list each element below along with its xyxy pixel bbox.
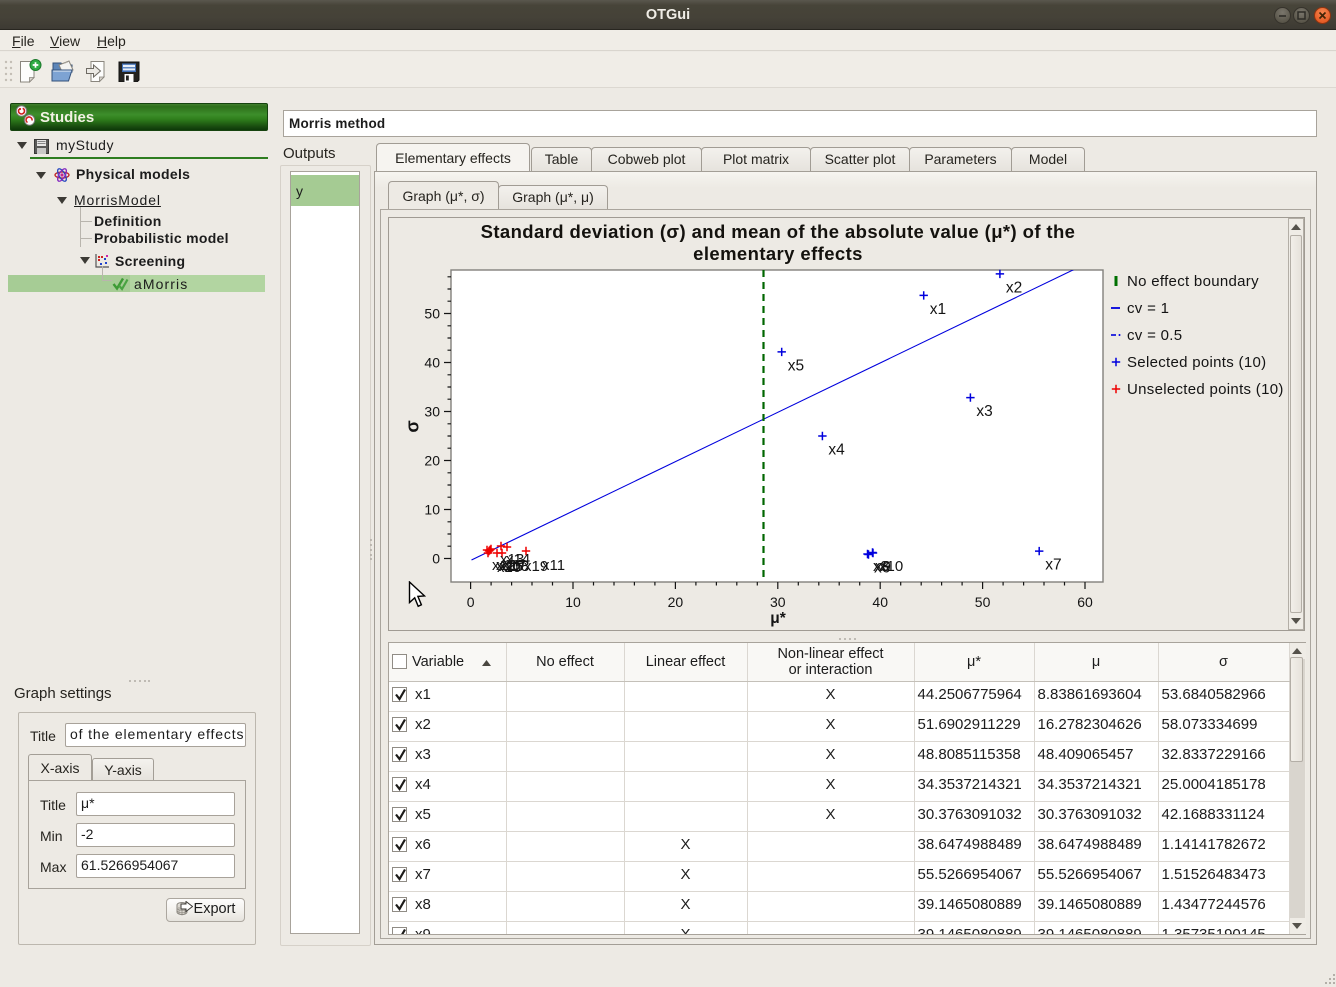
svg-text:x20: x20 — [497, 559, 521, 576]
svg-text:x2: x2 — [1006, 279, 1022, 296]
svg-text:cv = 0.5: cv = 0.5 — [1127, 327, 1182, 344]
svg-text:No effect boundary: No effect boundary — [1127, 273, 1259, 290]
svg-text:x3: x3 — [976, 403, 992, 420]
svg-text:elementary effects: elementary effects — [693, 243, 863, 264]
svg-text:Unselected points (10): Unselected points (10) — [1127, 381, 1284, 398]
svg-text:30: 30 — [424, 404, 440, 420]
svg-text:40: 40 — [424, 355, 440, 371]
svg-text:x5: x5 — [788, 357, 804, 374]
svg-text:x4: x4 — [828, 442, 845, 459]
svg-text:30: 30 — [770, 594, 786, 610]
svg-text:20: 20 — [424, 453, 440, 469]
svg-text:0: 0 — [432, 551, 440, 567]
svg-text:σ: σ — [403, 420, 423, 432]
svg-text:10: 10 — [424, 502, 440, 518]
svg-text:x7: x7 — [1045, 557, 1061, 574]
svg-text:x1: x1 — [930, 301, 946, 318]
svg-text:60: 60 — [1077, 594, 1093, 610]
svg-text:cv = 1: cv = 1 — [1127, 300, 1169, 317]
svg-text:40: 40 — [872, 594, 888, 610]
svg-text:Standard deviation (σ) and mea: Standard deviation (σ) and mean of the a… — [481, 221, 1076, 242]
svg-text:20: 20 — [668, 594, 684, 610]
svg-text:50: 50 — [975, 594, 991, 610]
svg-text:Selected points (10): Selected points (10) — [1127, 354, 1266, 371]
svg-text:0: 0 — [467, 594, 475, 610]
svg-text:μ*: μ* — [770, 610, 786, 627]
svg-text:x10: x10 — [879, 558, 903, 575]
svg-text:50: 50 — [424, 306, 440, 322]
svg-text:x11: x11 — [542, 557, 565, 574]
svg-text:10: 10 — [565, 594, 581, 610]
